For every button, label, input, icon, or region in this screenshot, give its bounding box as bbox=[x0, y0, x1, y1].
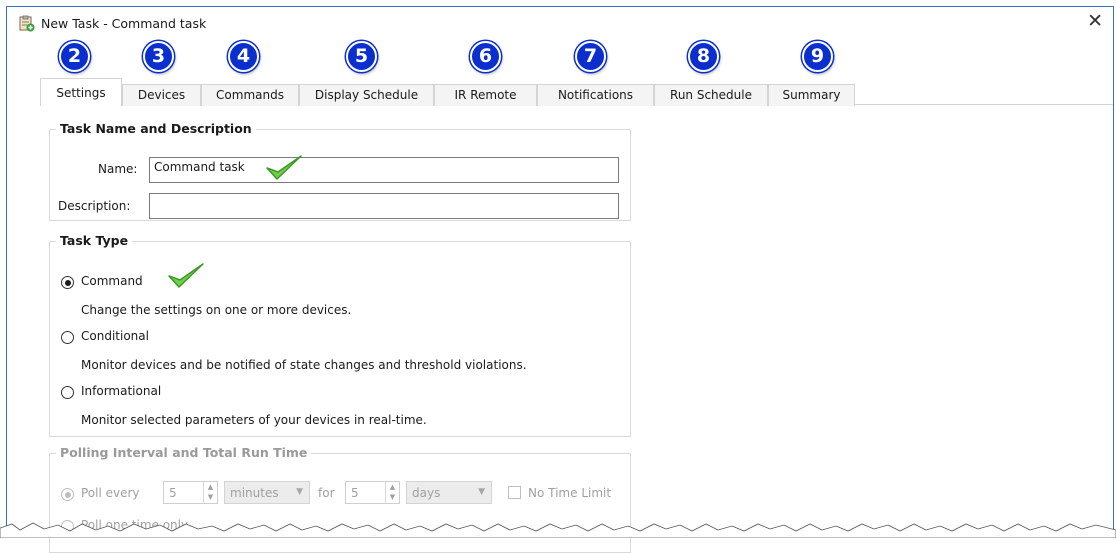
window-title: New Task - Command task bbox=[41, 16, 207, 31]
interval-unit-value: minutes bbox=[230, 486, 279, 500]
stepper-arrows-icon[interactable]: ▲ ▼ bbox=[203, 482, 217, 503]
stepper-arrows-icon[interactable]: ▲ ▼ bbox=[385, 482, 399, 503]
radio-informational-label[interactable]: Informational bbox=[81, 384, 161, 398]
step-badge-ir-remote: 6 bbox=[470, 41, 501, 72]
poll-every-value: 5 bbox=[169, 486, 177, 500]
new-task-window: New Task - Command task ✕ 2 3 4 5 6 7 8 … bbox=[6, 6, 1114, 553]
tab-run-schedule[interactable]: Run Schedule bbox=[654, 84, 768, 106]
task-clipboard-icon bbox=[18, 15, 35, 32]
tab-display-schedule[interactable]: Display Schedule bbox=[299, 84, 434, 106]
step-badge-settings: 2 bbox=[59, 41, 90, 72]
informational-description: Monitor selected parameters of your devi… bbox=[81, 413, 427, 427]
radio-conditional-label[interactable]: Conditional bbox=[81, 329, 149, 343]
no-time-limit-label: No Time Limit bbox=[528, 486, 612, 500]
chevron-down-icon: ▼ bbox=[296, 487, 303, 497]
radio-poll-every[interactable] bbox=[61, 488, 74, 501]
task-type-group: Task Type Command Change the settings on… bbox=[49, 233, 631, 437]
step-badge-notifications: 7 bbox=[575, 41, 606, 72]
radio-informational[interactable] bbox=[61, 386, 74, 399]
command-description: Change the settings on one or more devic… bbox=[81, 303, 352, 317]
step-badge-summary: 9 bbox=[802, 41, 833, 72]
description-input[interactable] bbox=[149, 193, 619, 219]
step-badge-commands: 4 bbox=[228, 41, 259, 72]
duration-unit-value: days bbox=[412, 486, 441, 500]
poll-every-label: Poll every bbox=[81, 486, 140, 500]
interval-unit-select[interactable]: minutes ▼ bbox=[224, 481, 310, 504]
radio-command[interactable] bbox=[61, 276, 74, 289]
polling-group-title: Polling Interval and Total Run Time bbox=[56, 445, 312, 461]
task-type-group-title: Task Type bbox=[56, 233, 133, 249]
tab-ir-remote[interactable]: IR Remote bbox=[434, 84, 537, 106]
torn-edge-decoration bbox=[0, 522, 1116, 538]
no-time-limit-checkbox[interactable] bbox=[508, 486, 521, 499]
for-label: for bbox=[318, 486, 335, 500]
task-name-group-title: Task Name and Description bbox=[56, 121, 256, 137]
green-checkmark-icon bbox=[265, 154, 303, 185]
name-label: Name: bbox=[98, 162, 138, 176]
tab-commands[interactable]: Commands bbox=[201, 84, 299, 106]
step-badge-display-schedule: 5 bbox=[346, 41, 377, 72]
duration-value: 5 bbox=[351, 486, 359, 500]
polling-group: Polling Interval and Total Run Time Poll… bbox=[49, 445, 631, 553]
radio-conditional[interactable] bbox=[61, 331, 74, 344]
conditional-description: Monitor devices and be notified of state… bbox=[81, 358, 527, 372]
name-input-value: Command task bbox=[154, 160, 245, 174]
tab-strip: Settings Devices Commands Display Schedu… bbox=[40, 78, 1113, 106]
chevron-down-icon: ▼ bbox=[478, 487, 485, 497]
green-checkmark-icon bbox=[167, 262, 205, 293]
description-label: Description: bbox=[58, 199, 131, 213]
duration-stepper[interactable]: 5 ▲ ▼ bbox=[345, 481, 400, 504]
task-name-group: Task Name and Description Name: Command … bbox=[49, 121, 631, 221]
tab-settings[interactable]: Settings bbox=[40, 78, 122, 106]
step-badge-devices: 3 bbox=[143, 41, 174, 72]
close-icon[interactable]: ✕ bbox=[1087, 11, 1103, 31]
radio-command-label[interactable]: Command bbox=[81, 274, 143, 288]
tab-summary[interactable]: Summary bbox=[768, 84, 855, 106]
duration-unit-select[interactable]: days ▼ bbox=[406, 481, 492, 504]
title-bar: New Task - Command task ✕ bbox=[7, 7, 1113, 37]
tab-devices[interactable]: Devices bbox=[122, 84, 201, 106]
poll-every-stepper[interactable]: 5 ▲ ▼ bbox=[163, 481, 218, 504]
tab-notifications[interactable]: Notifications bbox=[537, 84, 654, 106]
step-badge-run-schedule: 8 bbox=[688, 41, 719, 72]
name-input[interactable]: Command task bbox=[149, 157, 619, 183]
